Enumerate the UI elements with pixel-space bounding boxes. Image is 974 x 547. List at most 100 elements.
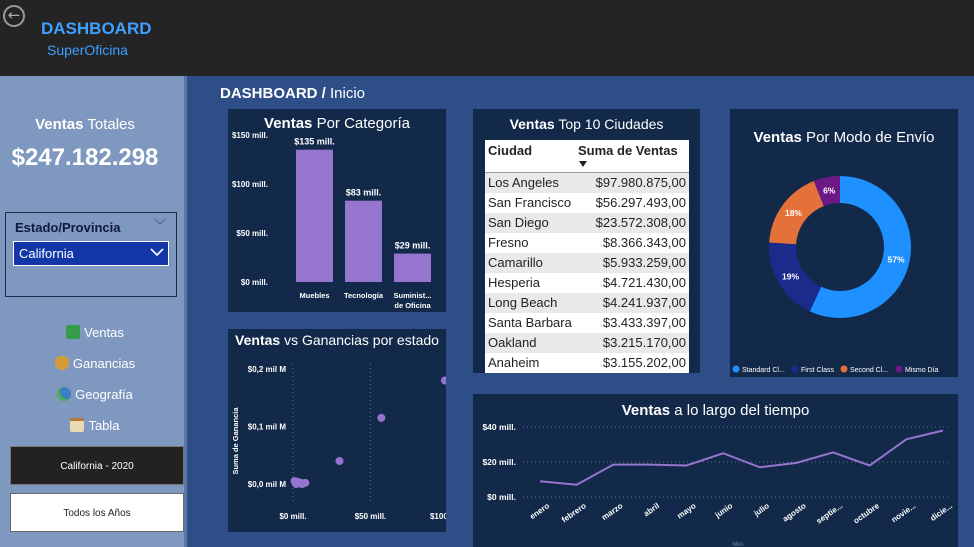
state-dropdown-value: California bbox=[19, 246, 74, 261]
legend-swatch bbox=[840, 365, 848, 373]
sales-value-cell: $3.433.397,00 bbox=[602, 315, 686, 330]
x-tick-label: $50 mill. bbox=[355, 512, 387, 521]
sales-value-cell: $4.721.430,00 bbox=[602, 275, 686, 290]
nav-ganancias[interactable]: Ganancias bbox=[0, 356, 190, 371]
dashboard-title: DASHBOARD bbox=[41, 19, 152, 38]
nav-ventas[interactable]: Ventas bbox=[0, 325, 190, 340]
y-tick-label: $150 mill. bbox=[232, 131, 268, 140]
sales-vs-profit-card: Ventas vs Ganancias por estado $0 mill. $… bbox=[228, 329, 446, 532]
top-bar: ← DASHBOARD SuperOficina bbox=[0, 0, 974, 76]
x-month-label: julio bbox=[752, 501, 772, 518]
scatter-point bbox=[440, 376, 446, 385]
table-row: Santa Barbara $3.433.397,00 bbox=[485, 313, 689, 333]
sales-value-cell: $8.366.343,00 bbox=[602, 235, 686, 250]
sales-line-series bbox=[539, 429, 944, 486]
scatter-point bbox=[292, 480, 301, 488]
table-row: Oakland $3.215.170,00 bbox=[485, 333, 689, 353]
x-month-label: febrero bbox=[560, 501, 588, 524]
table-row: San Francisco $56.297.493,00 bbox=[485, 193, 689, 213]
x-month-label: marzo bbox=[600, 501, 625, 522]
sales-value-cell: $4.241.937,00 bbox=[602, 295, 686, 310]
state-dropdown[interactable]: California bbox=[13, 241, 169, 266]
x-month-label: octubre bbox=[852, 501, 882, 526]
table-row: Los Angeles $97.980.875,00 bbox=[485, 173, 689, 193]
globe-icon bbox=[57, 387, 72, 401]
y-axis-title: Suma de Ganancia bbox=[231, 407, 240, 475]
x-category-label: Suminist... bbox=[394, 291, 432, 300]
sales-line-chart: $0 mill. $20 mill. $40 mill. enero febrero ma… bbox=[482, 422, 955, 547]
company-subtitle: SuperOficina bbox=[47, 42, 128, 58]
city-name-cell: San Diego bbox=[488, 215, 549, 230]
city-name-cell: Fresno bbox=[488, 235, 529, 250]
slice-data-label: 57% bbox=[888, 255, 905, 265]
scatter-point bbox=[335, 457, 344, 465]
city-name-cell: Long Beach bbox=[488, 295, 558, 310]
filter-all-years-button[interactable]: Todos los Años bbox=[10, 493, 184, 532]
y-tick-label: $0 mill. bbox=[487, 492, 516, 502]
x-month-label: dicie... bbox=[929, 501, 955, 523]
category-sales-card: Ventas Por Categoría $0 mill. $50 mill. $1… bbox=[228, 109, 446, 312]
x-month-label: abril bbox=[642, 501, 661, 518]
sort-desc-icon bbox=[579, 161, 587, 167]
legend-label: Mismo Día bbox=[905, 367, 939, 374]
slice-data-label: 6% bbox=[823, 186, 836, 196]
back-arrow-icon[interactable]: ← bbox=[3, 5, 25, 27]
y-tick-label: $50 mill. bbox=[236, 229, 268, 238]
scatter-point bbox=[377, 413, 386, 422]
y-tick-label: $0 mill. bbox=[241, 278, 268, 287]
nav-tabla[interactable]: Tabla bbox=[0, 418, 190, 433]
category-bar-chart: $0 mill. $50 mill. $100 mill. $150 mill. $13… bbox=[232, 131, 432, 310]
sales-value-cell: $56.297.493,00 bbox=[595, 195, 686, 210]
kpi-label: Ventas Totales bbox=[35, 116, 135, 133]
city-name-cell: Santa Barbara bbox=[488, 315, 572, 330]
bar-data-label: $135 mill. bbox=[294, 137, 335, 147]
city-name-cell: Anaheim bbox=[488, 355, 540, 370]
column-header-sales[interactable]: Suma de Ventas bbox=[575, 140, 689, 172]
legend-label: Standard Cl... bbox=[742, 367, 785, 374]
kpi-total-sales: $247.182.298 bbox=[11, 144, 159, 171]
table-body: Los Angeles $97.980.875,00 San Francisco $5… bbox=[485, 173, 689, 373]
column-header-city[interactable]: Ciudad bbox=[485, 140, 575, 172]
sales-value-cell: $3.215.170,00 bbox=[602, 335, 686, 350]
chevron-down-icon bbox=[150, 248, 164, 257]
bar bbox=[394, 253, 431, 282]
x-month-label: junio bbox=[713, 501, 735, 520]
table-row: Fresno $8.366.343,00 bbox=[485, 233, 689, 253]
table-row: Camarillo $5.933.259,00 bbox=[485, 253, 689, 273]
y-tick-label: $100 mill. bbox=[232, 180, 268, 189]
sidebar: Ventas Totales $247.182.298 Estado/Provi… bbox=[0, 76, 187, 547]
x-month-label: novie... bbox=[890, 501, 918, 524]
shipping-donut-chart: 57% 19% 18% 6% Standard Cl... First Class Seco… bbox=[732, 176, 939, 374]
x-month-label: septie... bbox=[815, 501, 845, 525]
sales-value-cell: $97.980.875,00 bbox=[595, 175, 686, 190]
x-category-label: Muebles bbox=[299, 291, 329, 300]
bar bbox=[345, 200, 382, 282]
card-title: Ventas Top 10 Ciudades bbox=[509, 116, 664, 132]
legend-swatch bbox=[895, 365, 903, 373]
x-tick-label: $0 mill. bbox=[279, 512, 306, 521]
filter-current-year-button[interactable]: California - 2020 bbox=[10, 446, 184, 485]
state-filter-slicer: Estado/Provincia California bbox=[5, 212, 177, 297]
sales-profit-scatter-chart: $0 mill. $50 mill. $100 mill. $0,0 mil M $0,… bbox=[231, 364, 446, 521]
nav-geografia[interactable]: Geografía bbox=[0, 387, 190, 402]
x-month-label: mayo bbox=[675, 501, 697, 520]
table-row: Anaheim $3.155.202,00 bbox=[485, 353, 689, 373]
filter-label: Estado/Provincia bbox=[15, 220, 121, 235]
clipboard-icon bbox=[70, 418, 85, 432]
table-header: Ciudad Suma de Ventas bbox=[485, 140, 689, 173]
slice-data-label: 18% bbox=[785, 208, 802, 218]
scatter-point bbox=[301, 478, 310, 487]
sales-value-cell: $3.155.202,00 bbox=[602, 355, 686, 370]
table-row: Long Beach $4.241.937,00 bbox=[485, 293, 689, 313]
sales-value-cell: $5.933.259,00 bbox=[602, 255, 686, 270]
breadcrumb: DASHBOARD / Inicio bbox=[220, 85, 366, 102]
city-name-cell: Los Angeles bbox=[488, 175, 559, 190]
legend-label: Second Cl... bbox=[850, 367, 888, 374]
collapse-chevron-icon[interactable] bbox=[154, 218, 166, 229]
y-tick-label: $0,1 mil M bbox=[248, 423, 287, 432]
y-tick-label: $0,0 mil M bbox=[248, 480, 287, 489]
legend-label: First Class bbox=[801, 367, 835, 374]
money-with-wings-icon bbox=[66, 325, 81, 339]
top-cities-card: Ventas Top 10 Ciudades Ciudad Suma de Ve… bbox=[473, 109, 700, 373]
x-month-label: enero bbox=[528, 501, 551, 521]
